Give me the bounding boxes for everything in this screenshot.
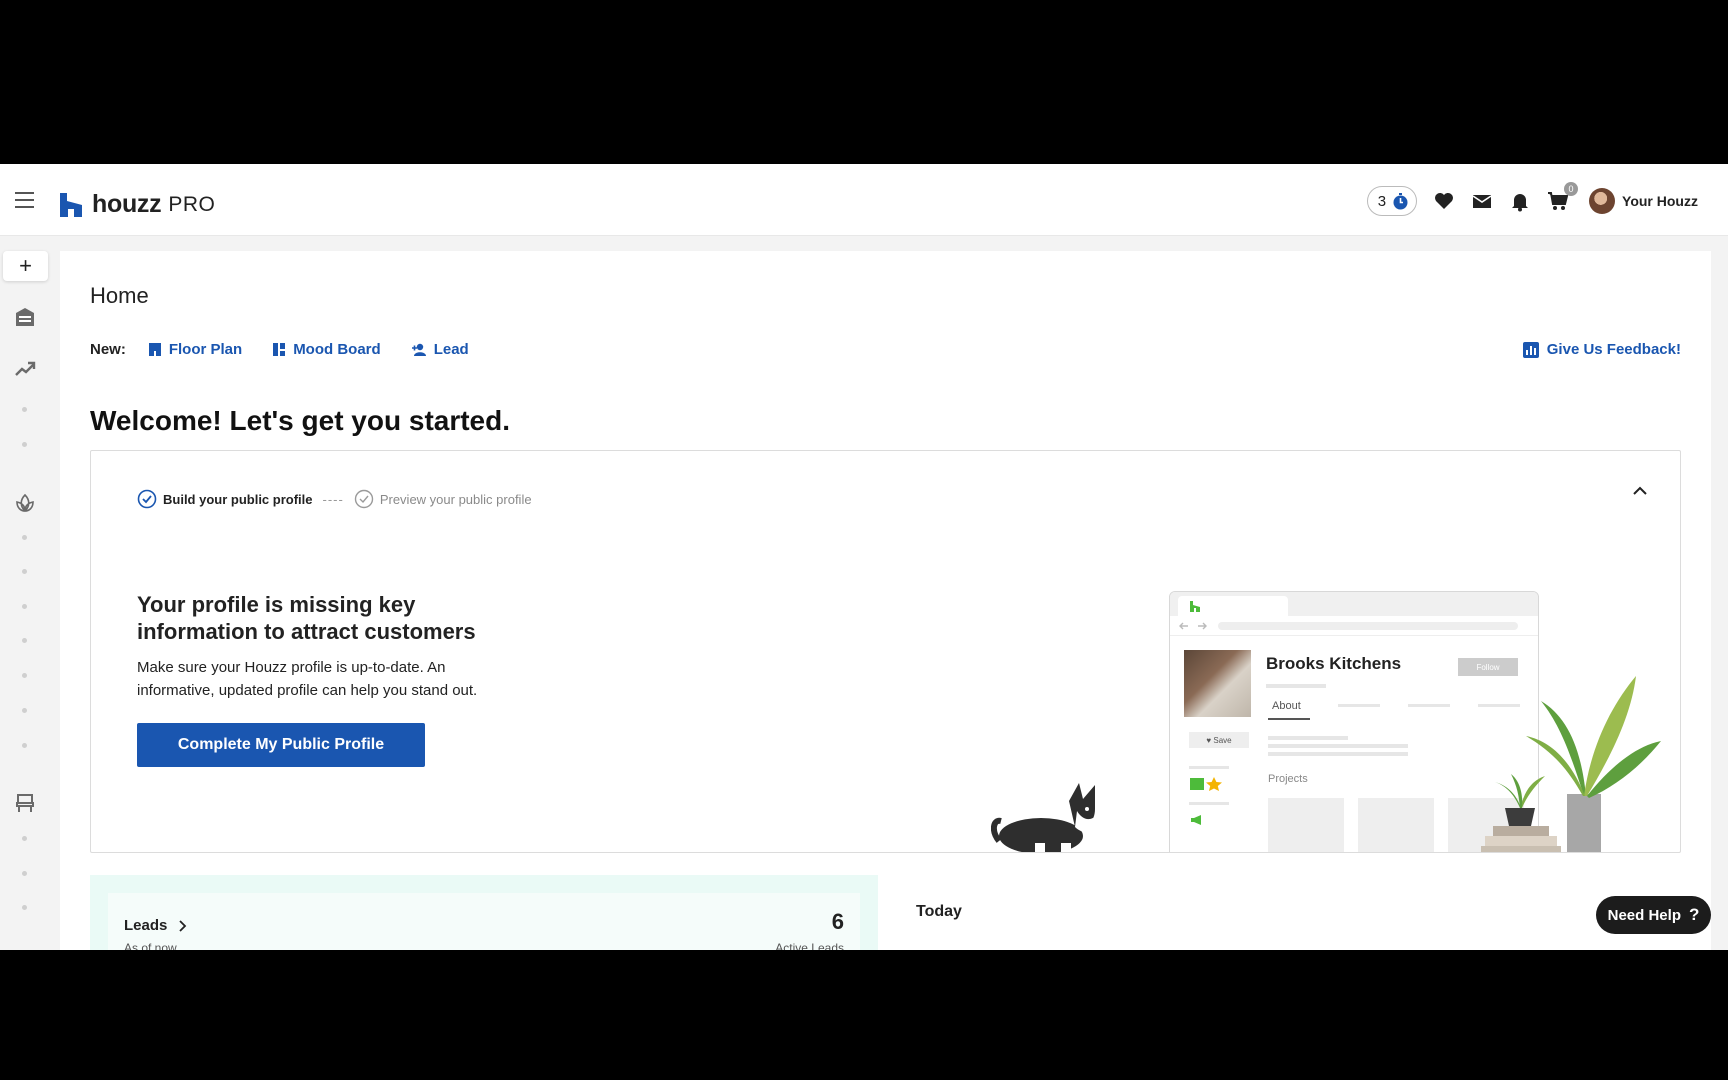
save-button-illustration: ♥ Save [1189, 732, 1249, 748]
step-build-profile[interactable]: Build your public profile [137, 489, 313, 509]
leaf-icon[interactable] [14, 492, 36, 514]
cart-button[interactable]: 0 [1547, 182, 1579, 212]
main-panel: Home New: Floor Plan Mood Board Lead Giv… [60, 251, 1711, 950]
business-photo [1184, 650, 1251, 717]
trending-up-icon[interactable] [14, 358, 36, 380]
profile-description: Make sure your Houzz profile is up-to-da… [137, 659, 478, 699]
floor-plan-icon [148, 343, 161, 356]
mood-board-icon [273, 343, 286, 356]
welcome-heading: Welcome! Let's get you started. [90, 405, 511, 436]
new-label: New: [90, 341, 126, 358]
browser-url-bar [1170, 616, 1538, 636]
projects-label-illustration: Projects [1268, 773, 1308, 785]
add-new-button[interactable]: + [3, 251, 48, 281]
feedback-chart-icon [1522, 341, 1539, 358]
menu-icon[interactable] [15, 192, 34, 208]
about-tab-illustration: About [1272, 700, 1301, 712]
dog-illustration [991, 783, 1097, 852]
browser-tab-bar [1170, 592, 1538, 616]
brand-suffix: PRO [168, 192, 216, 216]
leads-widget: Leads As of now 6 Active Leads [90, 875, 878, 950]
badges-icon [1190, 777, 1222, 791]
browser-tab [1178, 596, 1288, 616]
rail-dot[interactable] [22, 638, 27, 643]
left-rail: + [0, 236, 50, 950]
brand-name: houzz [92, 190, 162, 218]
new-mood-board-link[interactable]: Mood Board [272, 341, 381, 358]
cart-count-badge: 0 [1564, 182, 1579, 196]
complete-profile-button[interactable]: Complete My Public Profile [137, 723, 425, 767]
houzz-logo-icon [1190, 601, 1200, 612]
step-label: Preview your public profile [379, 491, 532, 507]
today-title: Today [916, 903, 962, 920]
check-circle-icon [354, 489, 374, 509]
give-feedback-link[interactable]: Give Us Feedback! [1522, 341, 1681, 358]
leads-link[interactable]: Leads [124, 917, 187, 934]
mail-icon[interactable] [1471, 190, 1493, 212]
timer-count: 3 [1377, 192, 1387, 210]
browser-nav-arrows-icon [1179, 622, 1207, 630]
chair-icon[interactable] [14, 792, 36, 814]
floor-plan-label: Floor Plan [168, 341, 243, 358]
check-circle-icon [137, 489, 157, 509]
page-title: Home [90, 283, 149, 308]
new-floor-plan-link[interactable]: Floor Plan [148, 341, 242, 358]
rail-dot[interactable] [22, 905, 27, 910]
rail-dot[interactable] [22, 569, 27, 574]
business-name: Brooks Kitchens [1266, 654, 1402, 673]
user-menu[interactable]: Your Houzz [1622, 193, 1698, 209]
leads-subtitle: As of now [124, 941, 177, 950]
header-tools: 3 0 Your Houzz [1366, 182, 1698, 216]
rail-dot[interactable] [22, 673, 27, 678]
profile-illustration: Brooks Kitchens Follow About ♥ Save Proj… [991, 591, 1671, 852]
question-icon: ? [1688, 905, 1700, 924]
leads-card: Leads As of now 6 Active Leads [108, 893, 860, 950]
step-separator: ---- [322, 491, 344, 507]
rail-dot[interactable] [22, 535, 27, 540]
rail-dot[interactable] [22, 871, 27, 876]
chevron-up-icon[interactable] [1630, 481, 1650, 501]
stopwatch-icon [1393, 192, 1408, 209]
app-frame: houzz PRO 3 0 Your Houzz + Home New: Flo… [0, 164, 1728, 950]
avatar[interactable] [1589, 188, 1616, 214]
time-tracker-button[interactable]: 3 [1366, 186, 1418, 216]
plant-illustration [1481, 676, 1661, 852]
new-lead-link[interactable]: Lead [411, 341, 469, 358]
lead-label: Lead [433, 341, 469, 358]
rail-dot[interactable] [22, 836, 27, 841]
megaphone-icon [1191, 815, 1201, 825]
houzz-logo-icon [60, 192, 82, 217]
rail-dot[interactable] [22, 442, 27, 447]
add-person-icon [411, 343, 426, 356]
rail-dot[interactable] [22, 407, 27, 412]
active-leads-count: 6 [831, 909, 844, 934]
step-preview-profile[interactable]: Preview your public profile [354, 489, 532, 509]
mood-board-label: Mood Board [293, 341, 381, 358]
houzz-pro-logo[interactable]: houzz PRO [60, 190, 215, 219]
rail-dot[interactable] [22, 743, 27, 748]
leads-title: Leads [124, 917, 168, 934]
need-help-label: Need Help [1607, 906, 1681, 924]
top-header: houzz PRO 3 0 Your Houzz [0, 164, 1728, 236]
chevron-right-icon [179, 919, 187, 932]
rail-dot[interactable] [22, 708, 27, 713]
new-actions: New: Floor Plan Mood Board Lead [90, 341, 499, 358]
step-label: Build your public profile [163, 491, 313, 507]
profile-steps: Build your public profile ---- Preview y… [137, 489, 532, 509]
active-leads-label: Active Leads [775, 941, 844, 950]
feedback-label: Give Us Feedback! [1546, 341, 1681, 358]
profile-missing-heading: Your profile is missing key information … [137, 592, 476, 644]
bell-icon[interactable] [1509, 190, 1531, 212]
heart-icon[interactable] [1433, 190, 1455, 212]
need-help-button[interactable]: Need Help ? [1596, 896, 1711, 934]
building-icon[interactable] [14, 306, 36, 328]
profile-setup-card: Build your public profile ---- Preview y… [90, 450, 1681, 853]
rail-dot[interactable] [22, 604, 27, 609]
